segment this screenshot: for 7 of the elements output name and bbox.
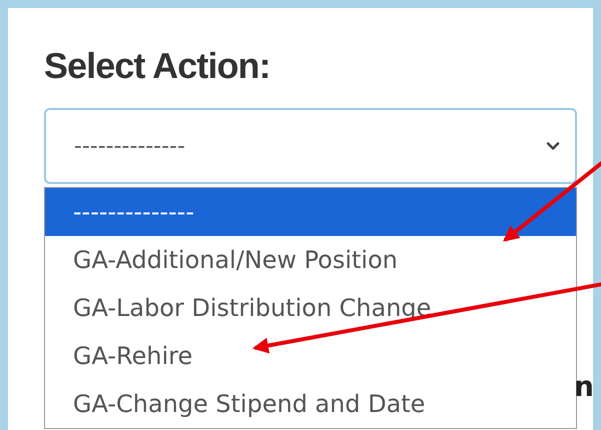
dropdown-option[interactable]: GA-Additional/New Position (45, 236, 576, 284)
heading: Select Action: (44, 44, 272, 88)
dropdown-option[interactable]: GA-Rehire (45, 332, 576, 380)
action-select[interactable]: -------------- (44, 108, 577, 184)
background-text: n (574, 369, 594, 405)
dropdown-option[interactable]: GA-Change Stipend and Date (45, 380, 576, 428)
dropdown-option[interactable]: -------------- (45, 188, 576, 236)
